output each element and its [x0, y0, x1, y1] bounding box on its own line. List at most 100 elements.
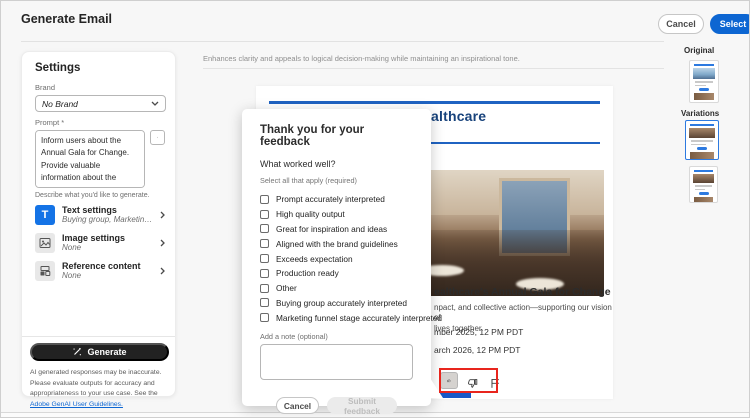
thumb-secondary-image [690, 152, 714, 159]
feedback-option-label: High quality output [276, 209, 345, 220]
feedback-option[interactable]: Buying group accurately interpreted [260, 296, 413, 311]
feedback-option-label: Marketing funnel stage accurately interp… [276, 312, 443, 323]
feedback-cancel-button[interactable]: Cancel [276, 397, 319, 415]
thumb-rule [690, 124, 714, 126]
reference-content-detail: None [62, 271, 82, 281]
feedback-option[interactable]: Aligned with the brand guidelines [260, 236, 413, 251]
feedback-dialog: Thank you for your feedback What worked … [242, 109, 442, 416]
generate-email-dialog: Generate Email Cancel Select Settings Br… [0, 0, 750, 418]
thumb-cta [699, 88, 709, 91]
checkbox[interactable] [260, 268, 269, 278]
submit-feedback-button[interactable]: Submit feedback [327, 396, 397, 416]
feedback-option-label: Other [276, 283, 297, 294]
brand-label: Brand [35, 83, 56, 92]
copy-icon[interactable] [150, 130, 165, 145]
generation-note: Enhances clarity and appeals to logical … [203, 54, 520, 63]
email-brand-header: althcare [431, 108, 487, 124]
checkbox[interactable] [260, 194, 269, 204]
feedback-option-label: Aligned with the brand guidelines [276, 238, 398, 249]
panel-divider [22, 336, 175, 337]
select-button[interactable]: Select [710, 14, 749, 34]
note-label: Add a note (optional) [260, 332, 328, 342]
thumb-secondary-image [694, 197, 713, 202]
genai-guidelines-link[interactable]: Adobe GenAI User Guidelines. [30, 401, 123, 408]
thumb-cta [697, 147, 707, 150]
thumb-secondary-image [694, 93, 714, 100]
thumb-hero-image [693, 174, 714, 183]
feedback-dialog-title: Thank you for your feedback [260, 124, 365, 148]
variations-label: Variations [681, 109, 720, 118]
checkbox[interactable] [260, 254, 269, 264]
prompt-helper: Describe what you'd like to generate. [35, 192, 150, 199]
original-thumbnail[interactable] [689, 60, 719, 103]
feedback-hint: Select all that apply (required) [260, 176, 357, 185]
feedback-option-label: Buying group accurately interpreted [276, 297, 407, 308]
feedback-option[interactable]: Marketing funnel stage accurately interp… [260, 310, 442, 325]
feedback-option-label: Exceeds expectation [276, 253, 353, 264]
reference-content-icon [35, 261, 55, 281]
original-label: Original [684, 46, 715, 55]
checkbox[interactable] [260, 313, 269, 323]
thumbs-up-icon[interactable] [440, 372, 458, 389]
checkbox[interactable] [260, 298, 269, 308]
brand-select-value: No Brand [42, 98, 78, 109]
generate-button[interactable]: Generate [30, 343, 169, 361]
text-settings-detail: Buying group, Marketing journey stage, T… [62, 215, 153, 225]
ai-disclaimer: AI generated responses may be inaccurate… [30, 369, 162, 408]
checkbox[interactable] [260, 209, 269, 219]
feedback-option[interactable]: High quality output [260, 207, 413, 222]
email-headline: ealthcare's Annual Gala for Change [434, 286, 611, 298]
feedback-option[interactable]: Prompt accurately interpreted [260, 192, 413, 207]
thumb-text-line [695, 185, 712, 187]
reference-content-label: Reference content [62, 260, 141, 271]
settings-title: Settings [35, 62, 81, 74]
flag-icon[interactable] [486, 375, 504, 392]
page-title: Generate Email [21, 12, 113, 26]
text-settings-label: Text settings [62, 204, 117, 215]
thumb-hero-image [689, 128, 715, 138]
thumb-cta [698, 192, 709, 195]
feedback-option[interactable]: Other [260, 281, 413, 296]
feedback-question: What worked well? [260, 159, 336, 169]
thumb-text-line [695, 188, 705, 190]
feedback-option-label: Production ready [276, 268, 339, 279]
chevron-right-icon [160, 211, 165, 219]
magic-wand-icon [72, 347, 82, 357]
image-settings-detail: None [62, 243, 82, 253]
email-date-1: mber 2025, 12 PM PDT [434, 327, 524, 337]
chevron-right-icon [160, 267, 165, 275]
image-settings-icon [35, 233, 55, 253]
generate-button-label: Generate [87, 347, 127, 357]
checkbox[interactable] [260, 239, 269, 249]
chevron-right-icon [160, 239, 165, 247]
image-settings-label: Image settings [62, 232, 126, 243]
settings-panel: Settings Brand No Brand Prompt * Inform … [21, 51, 176, 408]
thumbs-down-icon[interactable] [463, 375, 481, 392]
thumb-rule [694, 170, 713, 172]
toast-divider [203, 68, 664, 69]
text-settings-item[interactable]: T Text settings Buying group, Marketing … [35, 205, 165, 225]
header-divider [21, 41, 664, 42]
feedback-option-label: Prompt accurately interpreted [276, 194, 385, 205]
image-settings-item[interactable]: Image settings None [35, 233, 165, 253]
thumb-hero-image [693, 68, 715, 79]
feedback-options: Prompt accurately interpreted High quali… [260, 192, 442, 325]
thumb-cta [699, 102, 709, 103]
thumb-text-line [691, 140, 713, 142]
feedback-option[interactable]: Exceeds expectation [260, 251, 413, 266]
reference-content-item[interactable]: Reference content None [35, 261, 165, 281]
variation-thumbnail-1[interactable] [685, 120, 719, 160]
checkbox[interactable] [260, 224, 269, 234]
thumb-rule [694, 64, 714, 66]
chevron-down-icon [151, 101, 159, 106]
brand-select[interactable]: No Brand [35, 95, 166, 112]
checkbox[interactable] [260, 283, 269, 293]
feedback-option[interactable]: Great for inspiration and ideas [260, 222, 413, 237]
email-top-rule [269, 101, 600, 104]
feedback-option-label: Great for inspiration and ideas [276, 223, 388, 234]
note-input[interactable] [260, 344, 413, 381]
prompt-input[interactable]: Inform users about the Annual Gala for C… [35, 130, 145, 188]
variation-thumbnail-2[interactable] [689, 166, 718, 203]
cancel-button[interactable]: Cancel [658, 14, 704, 34]
feedback-option[interactable]: Production ready [260, 266, 413, 281]
